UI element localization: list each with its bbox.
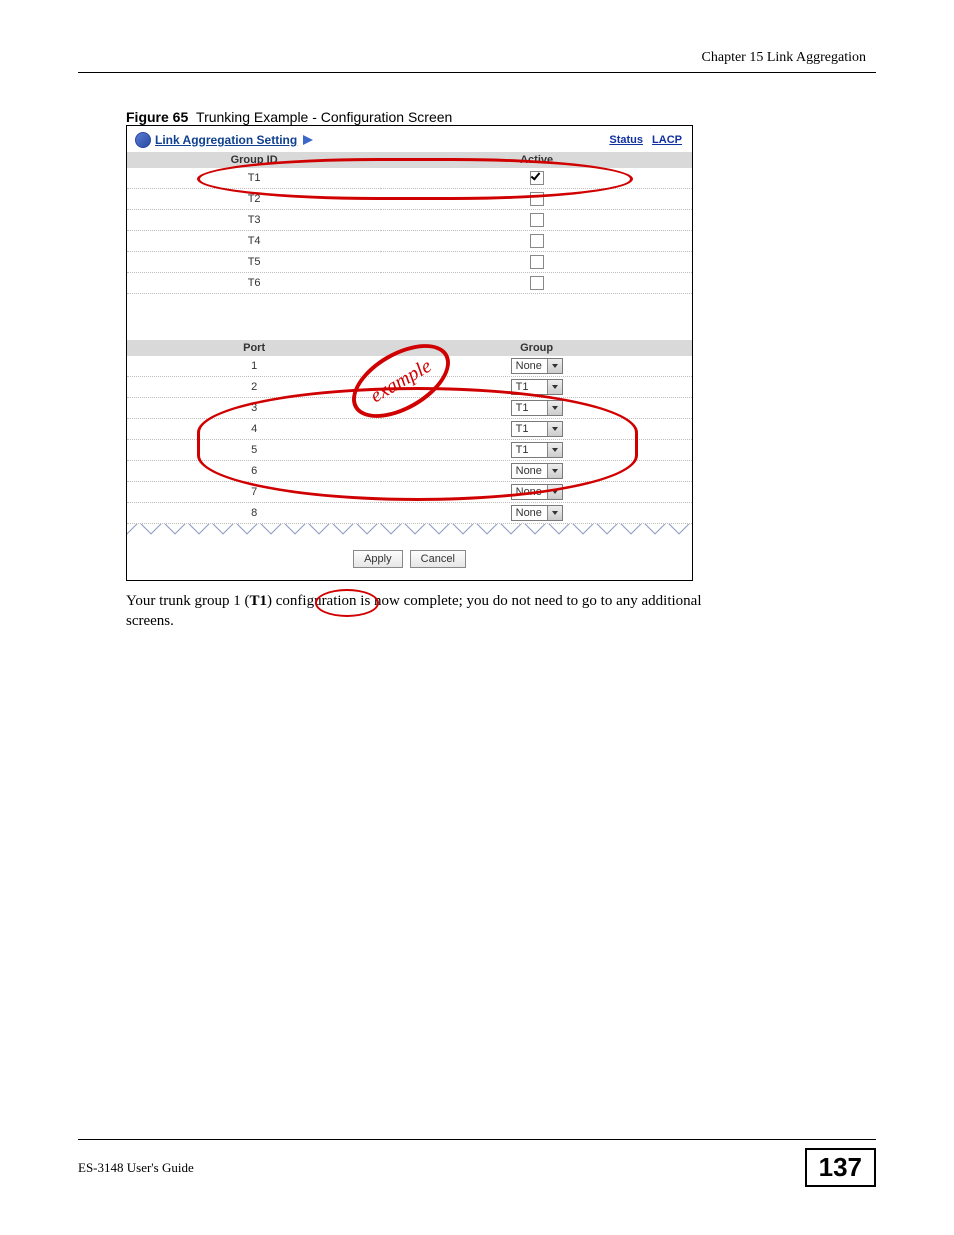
group-select[interactable]: T1 [511,379,563,395]
active-checkbox[interactable] [530,234,544,248]
group-select[interactable]: None [511,463,563,479]
table-row: 3 T1 [127,398,692,419]
table-row: T6 [127,273,692,294]
active-checkbox[interactable] [530,171,544,185]
figure-caption: Figure 65 Trunking Example - Configurati… [126,109,876,125]
active-checkbox[interactable] [530,213,544,227]
tab-tail-icon [303,135,313,145]
port-cell: 2 [127,377,381,398]
port-cell: 3 [127,398,381,419]
chevron-down-icon [547,359,562,373]
footer-guide: ES-3148 User's Guide [78,1160,194,1176]
bullet-icon [135,132,151,148]
col-header-port: Port [127,340,381,356]
truncation-marker [127,524,692,542]
port-cell: 6 [127,461,381,482]
chevron-down-icon [547,485,562,499]
chapter-header: Chapter 15 Link Aggregation [78,50,876,66]
group-id-cell: T4 [127,231,381,252]
page-number: 137 [805,1148,876,1187]
active-checkbox[interactable] [530,192,544,206]
group-id-cell: T6 [127,273,381,294]
group-select[interactable]: None [511,358,563,374]
body-text: Your trunk group 1 (T1) configuration is… [126,591,746,632]
port-cell: 7 [127,482,381,503]
port-cell: 8 [127,503,381,524]
lacp-link[interactable]: LACP [652,134,682,146]
group-select[interactable]: T1 [511,400,563,416]
status-link[interactable]: Status [609,134,643,146]
page-footer: ES-3148 User's Guide 137 [78,1139,876,1187]
chevron-down-icon [547,422,562,436]
action-buttons: Apply Cancel [127,542,692,580]
chevron-down-icon [547,464,562,478]
group-id-cell: T5 [127,252,381,273]
config-screen: Link Aggregation Setting Status LACP Gro… [126,125,693,581]
figure-title: Trunking Example - Configuration Screen [196,109,452,125]
group-select[interactable]: None [511,484,563,500]
group-id-table: Group ID Active T1 T2 T3 T4 T5 T6 [127,152,692,340]
port-cell: 4 [127,419,381,440]
group-id-cell: T2 [127,189,381,210]
active-checkbox[interactable] [530,255,544,269]
table-row: 1 None [127,356,692,377]
table-row: T4 [127,231,692,252]
table-row: T3 [127,210,692,231]
panel-title-row: Link Aggregation Setting Status LACP [127,126,692,152]
group-id-cell: T3 [127,210,381,231]
table-row: 6 None [127,461,692,482]
port-group-table: Port Group 1 None 2 T1 3 T1 4 T1 5 T1 6 None 7… [127,340,692,524]
figure-number: Figure 65 [126,109,188,125]
col-header-group-id: Group ID [127,152,381,168]
table-row: 4 T1 [127,419,692,440]
group-select[interactable]: T1 [511,442,563,458]
footer-rule [78,1139,876,1140]
chevron-down-icon [547,506,562,520]
group-select[interactable]: None [511,505,563,521]
panel-tab: Link Aggregation Setting [135,132,313,148]
group-id-cell: T1 [127,168,381,189]
header-rule [78,72,876,73]
chevron-down-icon [547,380,562,394]
active-checkbox[interactable] [530,276,544,290]
group-select[interactable]: T1 [511,421,563,437]
col-header-active: Active [381,152,692,168]
table-row: T2 [127,189,692,210]
chevron-down-icon [547,401,562,415]
port-cell: 1 [127,356,381,377]
port-cell: 5 [127,440,381,461]
table-row: 8 None [127,503,692,524]
apply-button[interactable]: Apply [353,550,403,568]
col-header-group: Group [381,340,692,356]
panel-title: Link Aggregation Setting [155,133,297,147]
panel-links: Status LACP [603,134,682,146]
table-row: 7 None [127,482,692,503]
table-row: T5 [127,252,692,273]
table-row: T1 [127,168,692,189]
chevron-down-icon [547,443,562,457]
cancel-button[interactable]: Cancel [410,550,466,568]
table-row: 5 T1 [127,440,692,461]
table-row: 2 T1 [127,377,692,398]
